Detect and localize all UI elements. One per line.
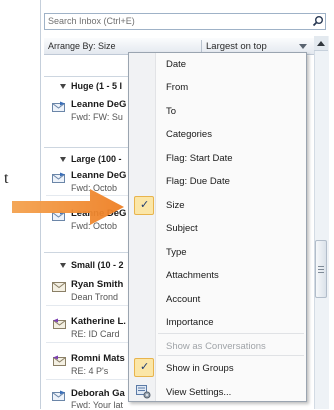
menu-item-type[interactable]: Type — [166, 247, 187, 258]
menu-item-show-in-groups[interactable]: Show in Groups — [166, 363, 234, 374]
menu-item-show-as-conversations: Show as Conversations — [166, 341, 266, 352]
message-sender[interactable]: Leanne DeG — [71, 170, 126, 181]
message-subject[interactable]: RE: ID Card — [71, 329, 120, 339]
forwarded-mail-icon — [52, 390, 65, 401]
orange-arrow-icon — [12, 189, 124, 225]
menu-item-attachments[interactable]: Attachments — [166, 270, 219, 281]
message-sender[interactable]: Deborah Ga — [71, 388, 125, 399]
menu-separator — [158, 355, 304, 356]
chevron-up-icon — [317, 41, 325, 46]
message-sender[interactable]: Leanne DeG — [71, 99, 126, 110]
vertical-scrollbar[interactable] — [314, 36, 329, 409]
menu-item-to[interactable]: To — [166, 106, 176, 117]
menu-gutter-divider — [155, 53, 156, 401]
search-placeholder: Search Inbox (Ctrl+E) — [48, 16, 135, 26]
grip-line — [318, 269, 324, 270]
message-sender[interactable]: Ryan Smith — [71, 279, 123, 290]
menu-item-view-settings[interactable]: View Settings... — [166, 387, 231, 398]
message-subject[interactable]: Fwd: FW: Su — [71, 112, 123, 122]
group-divider — [44, 252, 128, 253]
check-icon: ✓ — [140, 199, 150, 211]
chevron-down-icon[interactable] — [299, 44, 307, 49]
menu-item-from[interactable]: From — [166, 82, 188, 93]
check-icon: ✓ — [140, 361, 150, 373]
mail-icon — [52, 282, 66, 292]
menu-item-flag-start-date[interactable]: Flag: Start Date — [166, 153, 233, 164]
menu-icon-gutter — [129, 53, 155, 401]
forwarded-mail-icon — [52, 172, 65, 183]
collapse-triangle-icon[interactable] — [60, 84, 66, 89]
arrange-by-label[interactable]: Arrange By: Size — [48, 41, 116, 51]
grip-line — [318, 272, 324, 273]
collapse-triangle-icon[interactable] — [60, 263, 66, 268]
menu-item-flag-due-date[interactable]: Flag: Due Date — [166, 176, 230, 187]
menu-item-date[interactable]: Date — [166, 59, 186, 70]
menu-item-subject[interactable]: Subject — [166, 223, 198, 234]
sort-order-label[interactable]: Largest on top — [206, 41, 267, 52]
menu-item-categories[interactable]: Categories — [166, 129, 212, 140]
group-divider — [44, 76, 128, 77]
view-settings-icon — [136, 385, 151, 399]
message-sender[interactable]: Katherine L. — [71, 316, 126, 327]
menu-separator — [158, 333, 304, 334]
menu-item-size[interactable]: Size — [166, 200, 184, 211]
group-divider — [44, 147, 128, 148]
collapse-triangle-icon[interactable] — [60, 157, 66, 162]
replied-mail-icon — [53, 318, 66, 329]
message-sender[interactable]: Romni Mats — [71, 353, 125, 364]
screenshot-root: { "side_text": "t", "search": { "placeho… — [0, 0, 334, 410]
group-header-huge[interactable]: Huge (1 - 5 I — [71, 81, 122, 91]
message-subject[interactable]: RE: 4 P's — [71, 366, 108, 376]
search-icon[interactable] — [312, 15, 324, 27]
menu-item-account[interactable]: Account — [166, 294, 200, 305]
group-header-small[interactable]: Small (10 - 2 — [71, 260, 124, 270]
group-header-large[interactable]: Large (100 - — [71, 154, 122, 164]
menu-item-importance[interactable]: Importance — [166, 317, 214, 328]
replied-mail-icon — [53, 355, 66, 366]
grip-line — [318, 266, 324, 267]
forwarded-mail-icon — [52, 101, 65, 112]
message-subject[interactable]: Dean Trond — [71, 292, 118, 302]
